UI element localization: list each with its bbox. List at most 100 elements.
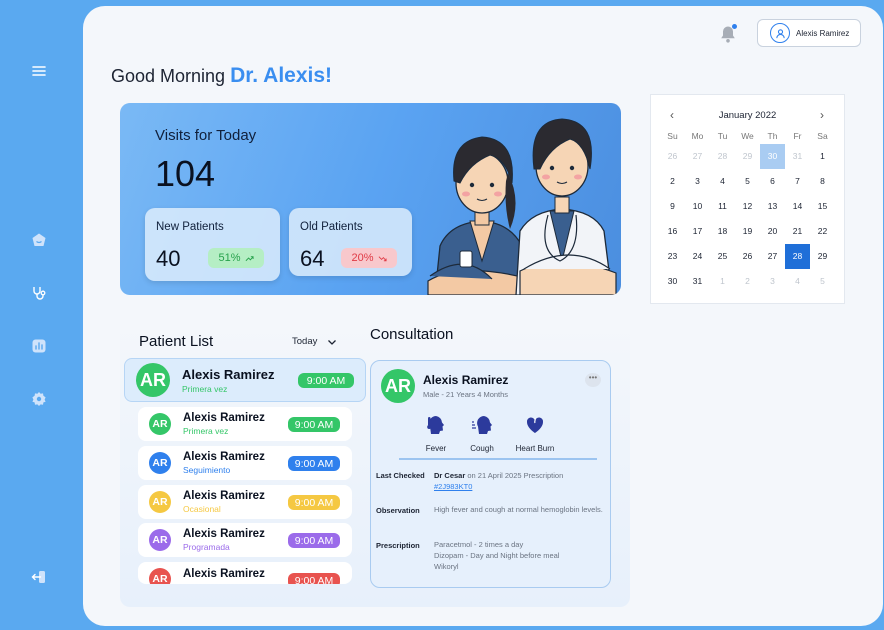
date-filter-dropdown[interactable]: Today xyxy=(292,336,337,347)
patient-row-selected[interactable]: AR Alexis Ramirez Primera vez 9:00 AM xyxy=(124,358,366,402)
prescription-text: Paracetmol - 2 times a day Dizopam - Day… xyxy=(434,539,606,572)
calendar-day[interactable]: 27 xyxy=(760,244,785,269)
new-patients-change-badge: 51% xyxy=(208,248,264,268)
calendar-day[interactable]: 28 xyxy=(710,144,735,169)
calendar-day[interactable]: 6 xyxy=(760,169,785,194)
calendar-day[interactable]: 18 xyxy=(710,219,735,244)
user-profile-button[interactable]: Alexis Ramirez xyxy=(757,19,861,47)
calendar-day[interactable]: 22 xyxy=(810,219,835,244)
calendar-day[interactable]: 1 xyxy=(710,269,735,294)
calendar-day[interactable]: 2 xyxy=(735,269,760,294)
stethoscope-icon[interactable] xyxy=(30,284,48,302)
calendar-day[interactable]: 4 xyxy=(785,269,810,294)
calendar-day[interactable]: 10 xyxy=(685,194,710,219)
calendar-day[interactable]: 21 xyxy=(785,219,810,244)
settings-icon[interactable] xyxy=(30,390,48,408)
calendar-day[interactable]: 23 xyxy=(660,244,685,269)
calendar-day[interactable]: 17 xyxy=(685,219,710,244)
calendar-day[interactable]: 14 xyxy=(785,194,810,219)
patient-row[interactable]: AR Alexis Ramirez Primera vez 9:00 AM xyxy=(138,407,352,441)
greeting: Good Morning Dr. Alexis! xyxy=(111,64,332,88)
prescription-label: Prescription xyxy=(376,541,420,550)
calendar-day[interactable]: 30 xyxy=(660,269,685,294)
more-options-icon[interactable]: ••• xyxy=(585,373,601,387)
calendar-day[interactable]: 31 xyxy=(785,144,810,169)
patient-visit-type: Seguimiento xyxy=(183,465,231,475)
calendar-day[interactable]: 27 xyxy=(685,144,710,169)
calendar-weekday: Su xyxy=(667,131,678,141)
calendar-day[interactable]: 28 xyxy=(785,244,810,269)
prescription-line: Dizopam - Day and Night before meal xyxy=(434,551,560,560)
calendar-day[interactable]: 19 xyxy=(735,219,760,244)
menu-icon[interactable] xyxy=(30,62,48,80)
observation-label: Observation xyxy=(376,506,420,515)
calendar-day[interactable]: 26 xyxy=(735,244,760,269)
calendar-day[interactable]: 8 xyxy=(810,169,835,194)
sidebar xyxy=(0,0,83,630)
new-patients-value: 40 xyxy=(156,246,181,271)
calendar-day[interactable]: 1 xyxy=(810,144,835,169)
patient-avatar: AR xyxy=(149,568,171,584)
calendar-day[interactable]: 7 xyxy=(785,169,810,194)
calendar-day[interactable]: 26 xyxy=(660,144,685,169)
old-patients-change-badge: 20% xyxy=(341,248,397,268)
calendar-day[interactable]: 4 xyxy=(710,169,735,194)
new-patients-card: New Patients 40 51% xyxy=(145,208,280,281)
observation-text: High fever and cough at normal hemoglobi… xyxy=(434,505,603,514)
appointment-time-badge: 9:00 AM xyxy=(288,573,340,584)
analytics-icon[interactable] xyxy=(30,337,48,355)
consultation-title: Consultation xyxy=(370,326,454,343)
calendar-day[interactable]: 30 xyxy=(760,144,785,169)
visits-value: 104 xyxy=(155,153,216,194)
patient-row[interactable]: AR Alexis Ramirez Ocasional 9:00 AM xyxy=(138,485,352,519)
patient-row[interactable]: AR Alexis Ramirez Seguimiento 9:00 AM xyxy=(138,446,352,480)
trend-up-icon xyxy=(245,255,254,261)
patient-info: Alexis Ramirez Primera vez xyxy=(183,412,265,436)
calendar-weekday: Tu xyxy=(717,131,728,141)
calendar-day[interactable]: 31 xyxy=(685,269,710,294)
calendar-day[interactable]: 15 xyxy=(810,194,835,219)
calendar-day[interactable]: 29 xyxy=(810,244,835,269)
visits-label: Visits for Today xyxy=(155,127,257,144)
calendar-next-icon[interactable]: › xyxy=(820,108,824,122)
home-icon[interactable] xyxy=(30,231,48,249)
calendar-day[interactable]: 25 xyxy=(710,244,735,269)
logout-icon[interactable] xyxy=(30,568,48,586)
new-patients-change: 51% xyxy=(218,252,241,264)
notification-bell-icon[interactable] xyxy=(718,24,738,44)
greeting-name: Dr. Alexis! xyxy=(230,64,333,87)
calendar-day[interactable]: 13 xyxy=(760,194,785,219)
calendar-day[interactable]: 16 xyxy=(660,219,685,244)
calendar-day[interactable]: 20 xyxy=(760,219,785,244)
patient-visit-type: Primera vez xyxy=(183,426,229,436)
patient-name: Alexis Ramirez xyxy=(183,568,265,580)
patient-info: Alexis Ramirez xyxy=(183,568,265,582)
patient-info: Alexis Ramirez Programada xyxy=(183,528,265,552)
calendar-day[interactable]: 12 xyxy=(735,194,760,219)
patient-visit-type: Ocasional xyxy=(183,504,221,514)
cough-icon xyxy=(472,416,492,434)
calendar-weekday: Mo xyxy=(691,131,704,141)
consultation-patient-meta: Male - 21 Years 4 Months xyxy=(423,390,509,399)
calendar-day[interactable]: 24 xyxy=(685,244,710,269)
prescription-id-link[interactable]: #2J983KT0 xyxy=(434,482,472,491)
calendar-day[interactable]: 2 xyxy=(660,169,685,194)
patient-row[interactable]: AR Alexis Ramirez 9:00 AM xyxy=(138,562,352,584)
doctors-illustration xyxy=(427,118,617,295)
calendar-month: January 2022 xyxy=(718,110,777,121)
last-checked-label: Last Checked xyxy=(376,471,425,480)
calendar-day[interactable]: 3 xyxy=(685,169,710,194)
appointment-time-badge: 9:00 AM xyxy=(288,495,340,510)
calendar-day[interactable]: 29 xyxy=(735,144,760,169)
calendar-day[interactable]: 9 xyxy=(660,194,685,219)
appointment-time-badge: 9:00 AM xyxy=(298,373,354,388)
old-patients-label: Old Patients xyxy=(300,221,363,233)
patient-avatar: AR xyxy=(149,413,171,435)
calendar-day[interactable]: 11 xyxy=(710,194,735,219)
calendar-day[interactable]: 5 xyxy=(735,169,760,194)
patient-row[interactable]: AR Alexis Ramirez Programada 9:00 AM xyxy=(138,523,352,557)
calendar-day[interactable]: 3 xyxy=(760,269,785,294)
calendar-day[interactable]: 5 xyxy=(810,269,835,294)
patient-avatar: AR xyxy=(149,491,171,513)
user-avatar-icon xyxy=(770,23,790,43)
